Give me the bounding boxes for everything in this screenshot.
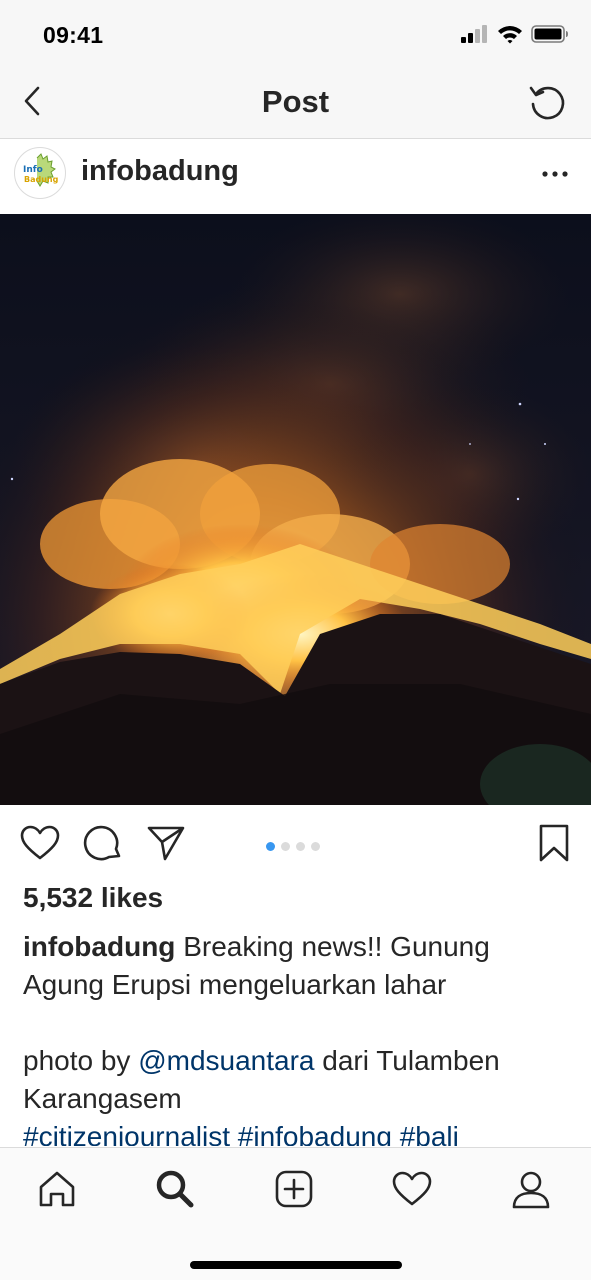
more-options-button[interactable] [537,158,573,188]
ellipsis-icon [542,164,568,182]
post-username[interactable]: infobadung [81,155,239,188]
activity-heart-icon [392,1171,432,1212]
refresh-icon [527,82,567,127]
caption-username[interactable]: infobadung [23,931,175,962]
share-button[interactable] [144,823,188,867]
like-button[interactable] [18,823,62,867]
post-image[interactable] [0,214,591,805]
caption-second-paragraph: photo by @mdsuantara dari Tulamben Karan… [23,1042,563,1118]
carousel-dot-active [266,842,275,851]
caption-mention-link[interactable]: @mdsuantara [138,1045,314,1076]
search-icon [154,1168,196,1215]
post-caption: infobadung Breaking news!! Gunung Agung … [23,928,563,1146]
volcano-eruption-photo [0,214,591,805]
tab-activity[interactable] [389,1168,435,1214]
post-actions [0,805,591,885]
refresh-button[interactable] [525,82,569,126]
carousel-indicator [266,842,320,851]
nav-bar: Post [0,70,591,139]
wifi-icon [497,24,523,49]
battery-icon [531,25,569,48]
post-header: Info Badung infobadung [0,140,591,214]
page-title: Post [261,84,330,119]
tab-search[interactable] [152,1168,198,1214]
logo-text-info: Info [23,165,43,175]
add-post-icon [274,1169,314,1214]
profile-icon [511,1169,551,1214]
status-bar: 09:41 [0,0,591,70]
tab-profile[interactable] [508,1168,554,1214]
carousel-dot [296,842,305,851]
logo-text-badung: Badung [24,175,59,184]
carousel-dot [281,842,290,851]
tab-bar [0,1147,591,1280]
share-icon [146,824,186,867]
heart-icon [20,825,60,866]
comment-icon [83,823,123,868]
bookmark-icon [538,823,570,868]
avatar[interactable]: Info Badung [14,147,66,199]
infobadung-logo: Info Badung [23,153,59,187]
status-icons [461,24,569,49]
caption-first-paragraph: infobadung Breaking news!! Gunung Agung … [23,928,563,1004]
cellular-signal-icon [461,25,489,48]
tab-home[interactable] [34,1168,80,1214]
carousel-dot [311,842,320,851]
home-indicator [190,1261,402,1269]
home-icon [37,1169,77,1214]
comment-button[interactable] [81,823,125,867]
save-button[interactable] [532,823,576,867]
caption-photo-by: photo by [23,1045,131,1076]
status-time: 09:41 [43,22,104,48]
likes-count[interactable]: 5,532 likes [23,882,163,914]
tab-new-post[interactable] [271,1168,317,1214]
caption-hashtags[interactable]: #citizenjournalist #infobadung #bali [23,1118,563,1146]
